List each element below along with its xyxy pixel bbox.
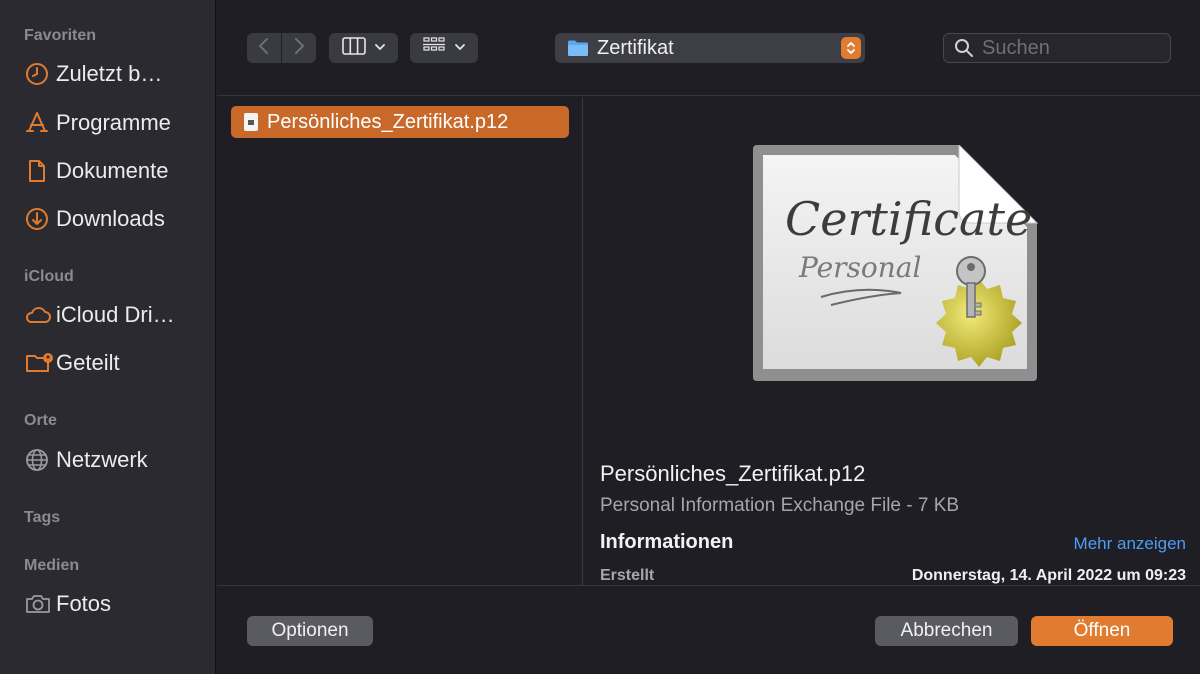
clock-icon [24, 60, 56, 88]
camera-icon [24, 590, 56, 618]
chevron-left-icon [257, 37, 271, 60]
show-more-link[interactable]: Mehr anzeigen [1074, 534, 1186, 554]
preview-file-name: Persönliches_Zertifikat.p12 [600, 461, 866, 486]
section-label-media: Medien [24, 557, 80, 574]
sidebar-item-photos[interactable]: Fotos [24, 587, 208, 621]
sidebar-item-label: Dokumente [56, 158, 169, 183]
sidebar-item-applications[interactable]: Programme [24, 106, 208, 140]
chevron-right-icon [292, 37, 306, 60]
file-name: Persönliches_Zertifikat.p12 [267, 110, 509, 133]
section-label-icloud: iCloud [24, 268, 74, 285]
sidebar-item-icloud-drive[interactable]: iCloud Dri… [24, 298, 208, 332]
open-button[interactable]: Öffnen [1031, 616, 1173, 646]
section-label-favorites: Favoriten [24, 27, 97, 44]
sidebar-item-label: Geteilt [56, 350, 120, 375]
chevron-down-icon [454, 39, 466, 57]
created-value: Donnerstag, 14. April 2022 um 09:23 [911, 567, 1186, 584]
created-label: Erstellt [600, 567, 655, 584]
cancel-button[interactable]: Abbrechen [875, 616, 1018, 646]
sidebar-item-label: iCloud Dri… [56, 302, 175, 327]
search-input[interactable]: Suchen [982, 37, 1050, 60]
folder-icon [567, 39, 589, 57]
sidebar-item-label: Netzwerk [56, 447, 148, 472]
sidebar-item-network[interactable]: Netzwerk [24, 443, 208, 477]
sidebar-item-shared[interactable]: Geteilt [24, 346, 208, 380]
bottom-bar: Optionen Abbrechen Öffnen [217, 585, 1200, 674]
certificate-icon: Certificate Personal [751, 143, 1039, 390]
options-button[interactable]: Optionen [247, 616, 373, 646]
sidebar-item-label: Fotos [56, 591, 112, 616]
search-field[interactable]: Suchen [943, 33, 1171, 63]
forward-button[interactable] [282, 33, 316, 63]
location-popup[interactable]: Zertifikat [555, 33, 865, 63]
cloud-icon [24, 301, 56, 329]
chevron-down-icon [374, 39, 386, 57]
document-icon [24, 157, 56, 185]
certificate-subtitle-text: Personal [798, 251, 921, 284]
search-icon [954, 38, 974, 58]
sidebar-item-downloads[interactable]: Downloads [24, 202, 208, 236]
sidebar-item-recents[interactable]: Zuletzt b… [24, 57, 208, 91]
up-down-chevron-icon [841, 37, 861, 59]
shared-folder-icon [24, 349, 56, 377]
file-icon [243, 112, 259, 132]
sidebar-item-label: Zuletzt b… [56, 61, 163, 86]
preview-file-kind: Personal Information Exchange File - 7 K… [600, 495, 960, 516]
grid-icon [422, 36, 446, 60]
back-button[interactable] [247, 33, 281, 63]
apps-icon [24, 109, 56, 137]
sidebar-item-label: Downloads [56, 206, 165, 231]
preview-pane: Certificate Personal Persönliches_Zertif… [584, 97, 1200, 585]
main-area: Zertifikat Suchen Persönliches_Zertifika… [217, 0, 1200, 674]
download-icon [24, 205, 56, 233]
group-button[interactable] [410, 33, 478, 63]
info-heading: Informationen [600, 531, 734, 553]
columns-view-icon [341, 36, 366, 60]
file-column: Persönliches_Zertifikat.p12 [217, 97, 583, 585]
globe-icon [24, 446, 56, 474]
sidebar-item-documents[interactable]: Dokumente [24, 154, 208, 188]
section-label-places: Orte [24, 412, 57, 429]
toolbar: Zertifikat Suchen [217, 0, 1200, 96]
view-mode-button[interactable] [329, 33, 398, 63]
location-label: Zertifikat [597, 36, 674, 59]
sidebar-item-label: Programme [56, 110, 171, 135]
section-label-tags[interactable]: Tags [24, 509, 60, 527]
sidebar: Favoriten Zuletzt b… Programme Dokumente… [0, 0, 216, 674]
certificate-title-text: Certificate [785, 192, 1032, 246]
file-row-selected[interactable]: Persönliches_Zertifikat.p12 [231, 106, 569, 138]
